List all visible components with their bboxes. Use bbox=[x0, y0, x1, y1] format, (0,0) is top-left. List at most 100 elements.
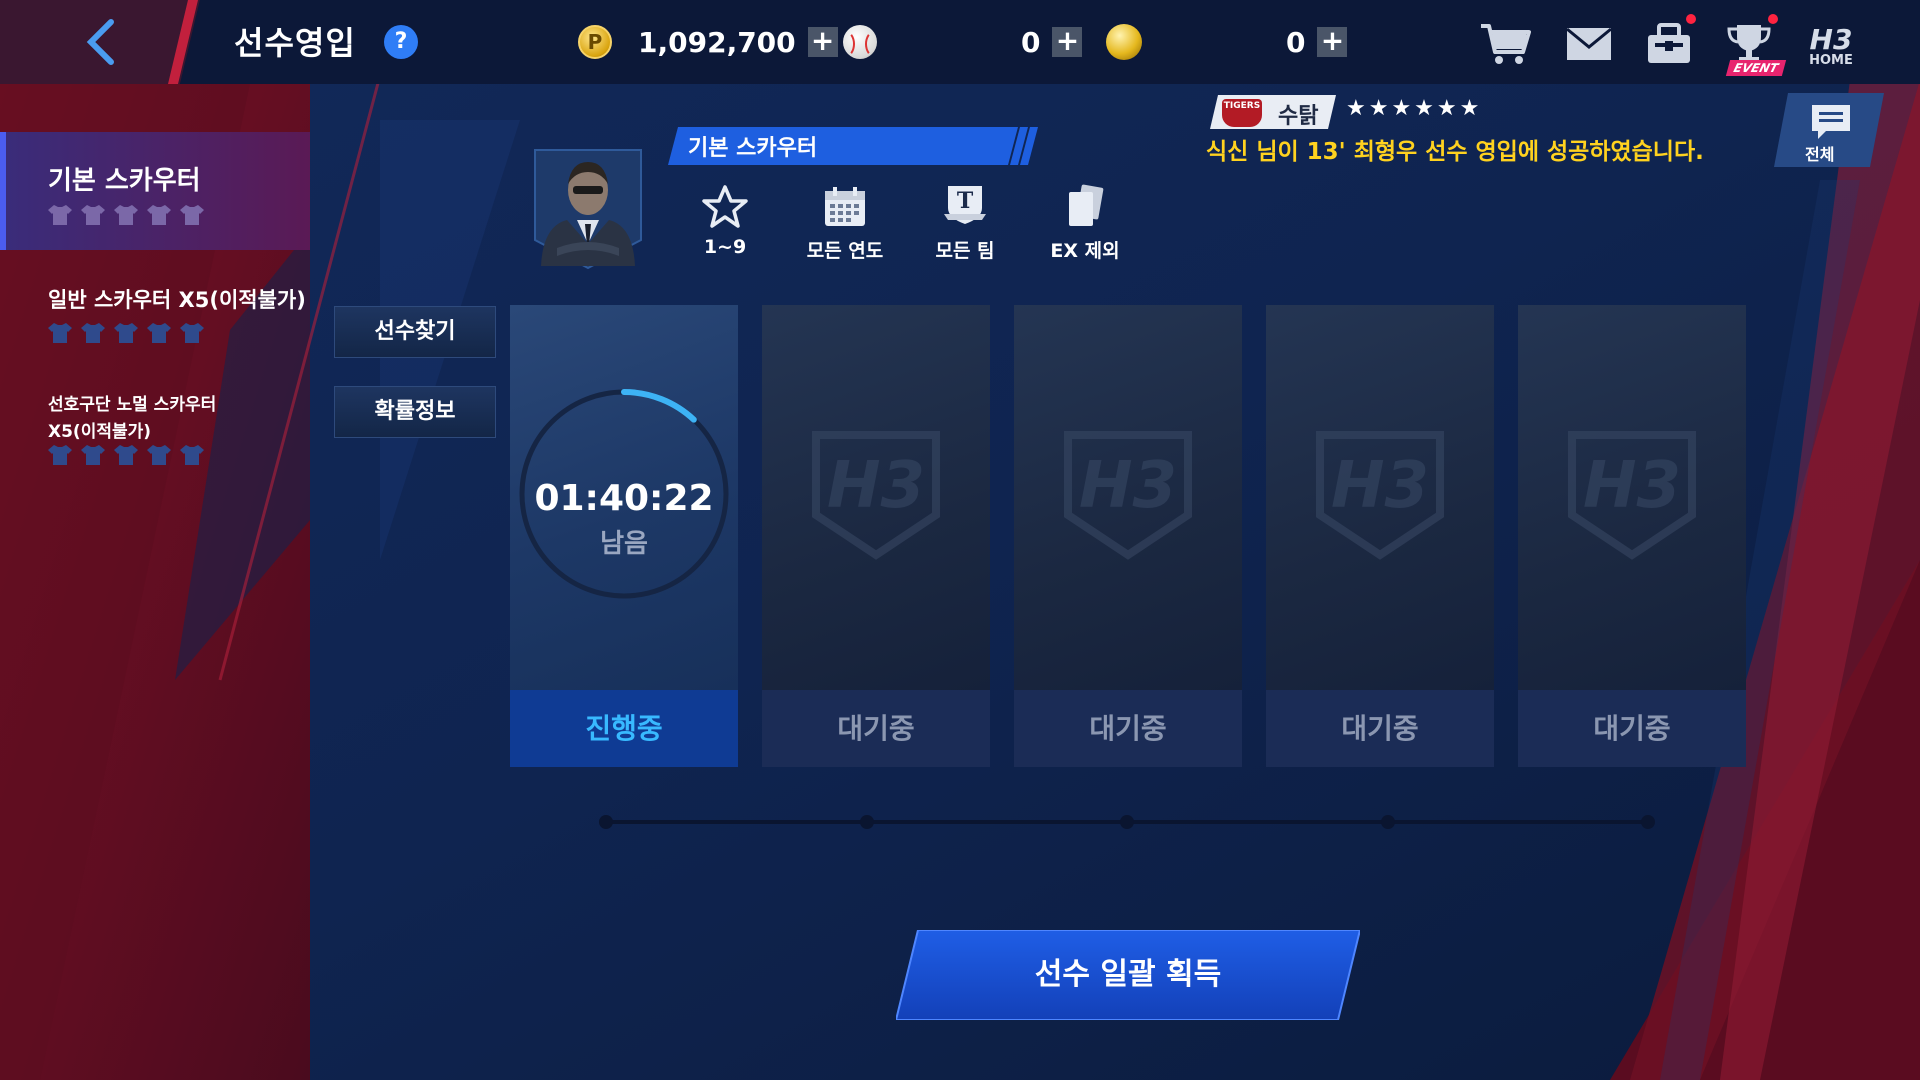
sidebar-item-favorite-team-scouter[interactable]: 선호구단 노멀 스카우터 X5(이적불가) bbox=[0, 388, 310, 478]
slot-card: H3 bbox=[1266, 305, 1494, 690]
cart-icon bbox=[1481, 24, 1531, 64]
event-label: EVENT bbox=[1725, 60, 1787, 76]
jersey-icon bbox=[48, 205, 72, 225]
jersey-icon bbox=[180, 445, 204, 465]
slot-card: 01:40:22 남음 bbox=[510, 305, 738, 690]
star-icon bbox=[702, 185, 748, 228]
filter-ex[interactable]: EX 제외 bbox=[1030, 182, 1140, 263]
home-label: HOME bbox=[1809, 52, 1853, 68]
currency-gold-ball: 0 + bbox=[1106, 20, 1348, 64]
scout-slot-2[interactable]: H3 대기중 bbox=[762, 305, 990, 767]
add-gold-ball-button[interactable]: + bbox=[1317, 27, 1348, 57]
jersey-icon bbox=[81, 323, 105, 343]
acquire-all-button[interactable]: 선수 일괄 획득 bbox=[896, 930, 1360, 1020]
sidebar-item-normal-scouter[interactable]: 일반 스카우터 X5(이적불가) bbox=[0, 270, 310, 360]
notice-stars: ★★★★★★ bbox=[1346, 96, 1483, 121]
currency-points: P 1,092,700 + bbox=[578, 20, 838, 64]
svg-text:H3: H3 bbox=[1810, 23, 1853, 55]
page-title: 선수영입 bbox=[234, 24, 356, 62]
slot-status: 대기중 bbox=[1518, 690, 1746, 767]
scout-slot-5[interactable]: H3 대기중 bbox=[1518, 305, 1746, 767]
slot-status: 진행중 bbox=[510, 690, 738, 767]
gold-ball-icon bbox=[1106, 24, 1142, 60]
svg-text:T: T bbox=[957, 188, 974, 214]
slot-pager bbox=[599, 815, 1655, 829]
gold-ball-value: 0 bbox=[1286, 25, 1306, 59]
notice-message: 식신 님이 13' 최형우 선수 영입에 성공하였습니다. bbox=[1206, 139, 1704, 165]
notice-player-name: 수탉 bbox=[1278, 104, 1319, 129]
filter-label: EX 제외 bbox=[1050, 240, 1120, 262]
home-icon: H3 bbox=[1810, 23, 1853, 55]
pager-dot bbox=[1381, 815, 1395, 829]
sidebar-item-label: 일반 스카우터 X5(이적불가) bbox=[48, 288, 306, 312]
jersey-icon bbox=[147, 323, 171, 343]
cards-icon bbox=[1069, 184, 1104, 226]
h3-logo-watermark-icon: H3 bbox=[1568, 431, 1696, 560]
filter-label: 1~9 bbox=[703, 236, 747, 258]
filter-label: 모든 팀 bbox=[935, 240, 995, 262]
filter-label: 모든 연도 bbox=[806, 240, 884, 262]
add-points-button[interactable]: + bbox=[807, 27, 838, 57]
event-trophy-icon bbox=[1727, 25, 1771, 63]
sidebar-item-label: 기본 스카우터 bbox=[48, 166, 201, 196]
baseball-icon bbox=[843, 25, 877, 59]
find-player-button[interactable]: 선수찾기 bbox=[334, 306, 496, 358]
jersey-row bbox=[48, 204, 204, 226]
filter-grade[interactable]: 1~9 bbox=[670, 182, 780, 258]
back-button[interactable] bbox=[70, 14, 130, 70]
jersey-icon bbox=[180, 205, 204, 225]
shop-button[interactable] bbox=[1474, 14, 1536, 74]
scout-slot-4[interactable]: H3 대기중 bbox=[1266, 305, 1494, 767]
svg-text:H3: H3 bbox=[1583, 449, 1681, 523]
svg-text:H3: H3 bbox=[1079, 449, 1177, 523]
jersey-icon bbox=[180, 323, 204, 343]
calendar-icon bbox=[825, 187, 865, 226]
scout-slot-3[interactable]: H3 대기중 bbox=[1014, 305, 1242, 767]
slot-card: H3 bbox=[762, 305, 990, 690]
jersey-row bbox=[48, 322, 204, 344]
notice-all-label: 전체 bbox=[1805, 145, 1835, 164]
h3-logo-watermark-icon: H3 bbox=[1316, 431, 1444, 560]
event-button[interactable]: EVENT bbox=[1718, 14, 1787, 76]
p-coin-icon: P bbox=[578, 25, 612, 59]
jersey-icon bbox=[114, 323, 138, 343]
home-button[interactable]: H3 HOME bbox=[1800, 14, 1862, 74]
pager-dot bbox=[860, 815, 874, 829]
chevron-left-icon bbox=[86, 19, 114, 65]
question-mark-icon[interactable]: ? bbox=[384, 25, 418, 59]
jersey-icon bbox=[48, 445, 72, 465]
top-bar: 선수영입 ? P 1,092,700 + 0 + 0 + EVENT H3 HO… bbox=[0, 0, 1920, 84]
pager-dot bbox=[1641, 815, 1655, 829]
slot-status: 대기중 bbox=[1014, 690, 1242, 767]
timer-value: 01:40:22 bbox=[534, 478, 714, 519]
currency-baseball: 0 + bbox=[843, 20, 1083, 64]
jersey-row bbox=[48, 444, 204, 466]
mail-icon bbox=[1566, 27, 1612, 60]
mail-button[interactable] bbox=[1558, 14, 1620, 74]
svg-text:H3: H3 bbox=[827, 449, 925, 523]
add-baseball-button[interactable]: + bbox=[1052, 27, 1083, 57]
jersey-icon bbox=[81, 205, 105, 225]
filter-team[interactable]: T 모든 팀 bbox=[910, 182, 1020, 263]
probability-info-button[interactable]: 확률정보 bbox=[334, 386, 496, 438]
jersey-icon bbox=[81, 445, 105, 465]
svg-text:H3: H3 bbox=[1331, 449, 1429, 523]
h3-logo-watermark-icon: H3 bbox=[812, 431, 940, 560]
sidebar-item-basic-scouter[interactable]: 기본 스카우터 bbox=[0, 132, 310, 250]
slot-card: H3 bbox=[1014, 305, 1242, 690]
scouter-avatar bbox=[534, 149, 642, 270]
filter-year[interactable]: 모든 연도 bbox=[790, 182, 900, 263]
baseball-value: 0 bbox=[1021, 25, 1041, 59]
jersey-icon bbox=[48, 323, 72, 343]
slot-card: H3 bbox=[1518, 305, 1746, 690]
scout-slot-1[interactable]: 01:40:22 남음 진행중 bbox=[510, 305, 738, 767]
notification-dot bbox=[1768, 14, 1778, 24]
points-value: 1,092,700 bbox=[638, 25, 796, 59]
inventory-icon bbox=[1648, 23, 1690, 63]
inventory-button[interactable] bbox=[1638, 14, 1700, 74]
jersey-icon bbox=[114, 205, 138, 225]
notification-dot bbox=[1686, 14, 1696, 24]
scouter-name: 기본 스카우터 bbox=[688, 136, 818, 161]
jersey-icon bbox=[147, 205, 171, 225]
pager-dot bbox=[599, 815, 613, 829]
